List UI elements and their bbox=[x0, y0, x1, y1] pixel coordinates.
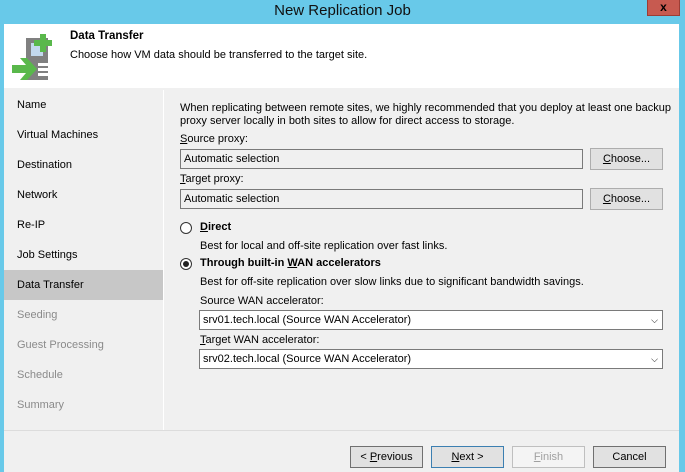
finish-button: Finish bbox=[512, 446, 585, 468]
source-proxy-label: Source proxy: bbox=[180, 133, 248, 145]
wizard-footer: < Previous Next > Finish Cancel bbox=[4, 430, 679, 472]
wizard-window: Data Transfer Choose how VM data should … bbox=[4, 24, 679, 472]
mnemonic: D bbox=[200, 221, 208, 233]
source-proxy-field[interactable]: Automatic selection bbox=[180, 149, 583, 169]
selected-value: srv01.tech.local (Source WAN Accelerator… bbox=[203, 314, 412, 326]
button-text: hoose... bbox=[610, 153, 651, 165]
mnemonic: W bbox=[287, 257, 298, 269]
button-text: ext > bbox=[459, 451, 484, 463]
previous-button[interactable]: < Previous bbox=[350, 446, 423, 468]
label-text: ource proxy: bbox=[187, 133, 248, 145]
wan-accelerators-radio[interactable] bbox=[180, 258, 192, 270]
button-text: inish bbox=[540, 451, 564, 463]
source-proxy-choose-button[interactable]: Choose... bbox=[590, 148, 663, 170]
wan-accelerators-description: Best for off-site replication over slow … bbox=[200, 276, 584, 288]
next-button[interactable]: Next > bbox=[431, 446, 504, 468]
cancel-button[interactable]: Cancel bbox=[593, 446, 666, 468]
button-text: revious bbox=[377, 451, 413, 463]
info-text-line2: proxy server locally in both sites to al… bbox=[180, 115, 515, 127]
source-wan-select[interactable]: srv01.tech.local (Source WAN Accelerator… bbox=[199, 310, 663, 330]
step-virtual-machines[interactable]: Virtual Machines bbox=[4, 120, 163, 150]
page-title: Data Transfer bbox=[70, 30, 144, 42]
selected-value: srv02.tech.local (Source WAN Accelerator… bbox=[203, 353, 412, 365]
button-text: hoose... bbox=[610, 193, 651, 205]
direct-description: Best for local and off-site replication … bbox=[200, 240, 448, 252]
target-proxy-label: Target proxy: bbox=[180, 173, 244, 185]
mnemonic: F bbox=[533, 451, 541, 463]
mnemonic: C bbox=[602, 193, 611, 205]
target-wan-label: Target WAN accelerator: bbox=[200, 334, 319, 346]
label-text: arget proxy: bbox=[185, 173, 244, 185]
label-text: irect bbox=[207, 221, 232, 233]
step-seeding: Seeding bbox=[17, 309, 58, 321]
step-guest-processing: Guest Processing bbox=[17, 339, 104, 351]
button-text: < bbox=[360, 451, 370, 463]
wizard-header: Data Transfer Choose how VM data should … bbox=[4, 24, 679, 88]
label-text: Through built-in bbox=[200, 257, 288, 269]
mnemonic: C bbox=[602, 153, 611, 165]
wan-accelerators-label[interactable]: Through built-in WAN accelerators bbox=[200, 257, 381, 269]
step-data-transfer[interactable]: Data Transfer bbox=[4, 270, 163, 300]
target-proxy-choose-button[interactable]: Choose... bbox=[590, 188, 663, 210]
step-summary: Summary bbox=[17, 399, 65, 411]
step-re-ip[interactable]: Re-IP bbox=[4, 210, 163, 240]
step-schedule: Schedule bbox=[17, 369, 63, 381]
chevron-down-icon: ⌵ bbox=[651, 354, 658, 364]
step-network[interactable]: Network bbox=[4, 180, 163, 210]
label-text: AN accelerators bbox=[297, 257, 381, 269]
step-destination[interactable]: Destination bbox=[4, 150, 163, 180]
step-job-settings[interactable]: Job Settings bbox=[4, 240, 163, 270]
close-button[interactable]: x bbox=[647, 0, 680, 16]
step-name[interactable]: Name bbox=[4, 90, 163, 120]
target-proxy-field[interactable]: Automatic selection bbox=[180, 189, 583, 209]
source-wan-label: Source WAN accelerator: bbox=[200, 295, 324, 307]
page-subtitle: Choose how VM data should be transferred… bbox=[70, 49, 368, 61]
wizard-steps: Name Virtual Machines Destination Networ… bbox=[4, 90, 164, 430]
chevron-down-icon: ⌵ bbox=[651, 315, 658, 325]
window-title: New Replication Job bbox=[274, 2, 411, 19]
direct-label[interactable]: Direct bbox=[200, 221, 231, 233]
direct-radio[interactable] bbox=[180, 222, 192, 234]
data-transfer-icon bbox=[12, 34, 52, 80]
target-wan-select[interactable]: srv02.tech.local (Source WAN Accelerator… bbox=[199, 349, 663, 369]
info-text-line1: When replicating between remote sites, w… bbox=[180, 102, 672, 114]
label-text: arget WAN accelerator: bbox=[205, 334, 320, 346]
